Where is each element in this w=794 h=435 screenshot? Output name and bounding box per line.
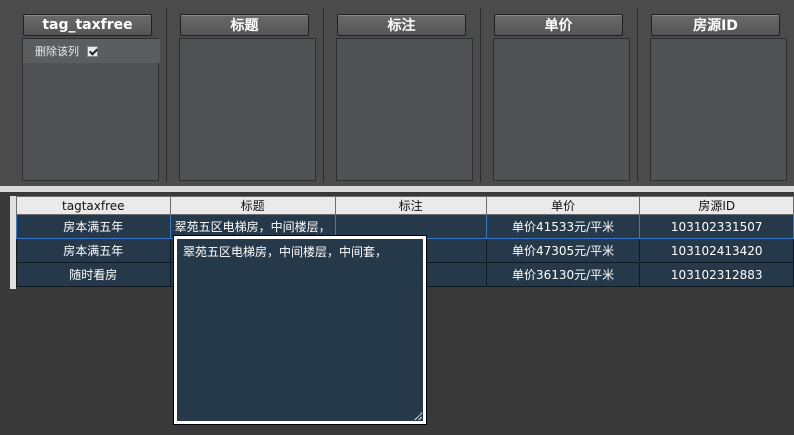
delete-column-label: 删除该列 — [35, 45, 79, 58]
column-panel-tag-taxfree: tag_taxfree 删除该列 — [14, 8, 167, 182]
column-header-button[interactable]: 标注 — [337, 14, 466, 36]
column-options-box: 删除该列 — [22, 38, 160, 181]
column-header-button[interactable]: 标题 — [180, 14, 309, 36]
grid-column-header[interactable]: 标注 — [334, 196, 487, 215]
column-options-box — [493, 38, 630, 181]
editor-text: 翠苑五区电梯房，中间楼层，中间套， — [183, 245, 388, 259]
column-panel-title: 标题 — [171, 8, 324, 182]
grid-cell[interactable]: 单价36130元/平米 — [485, 262, 641, 287]
grid-cell[interactable]: 103102331507 — [639, 214, 794, 239]
column-header-button[interactable]: tag_taxfree — [23, 14, 152, 36]
delete-column-option[interactable]: 删除该列 — [23, 39, 160, 63]
grid-cell[interactable]: 单价41533元/平米 — [485, 214, 641, 239]
column-header-button[interactable]: 单价 — [494, 14, 623, 36]
resize-grip-icon[interactable] — [414, 412, 422, 420]
grid-cell[interactable]: 随时看房 — [16, 262, 171, 287]
column-panel-house-id: 房源ID — [642, 8, 794, 182]
grid-header-row: tagtaxfree 标题 标注 单价 房源ID — [16, 196, 794, 215]
column-options-box — [336, 38, 473, 181]
grid-cell[interactable]: 103102312883 — [639, 262, 794, 287]
delete-column-checkbox[interactable] — [87, 45, 98, 57]
grid-cell[interactable]: 103102413420 — [639, 238, 794, 263]
column-config-area: tag_taxfree 删除该列 标题 标注 单价 房源ID — [0, 0, 794, 186]
grid-column-header[interactable]: 单价 — [485, 196, 641, 215]
grid-column-header[interactable]: tagtaxfree — [16, 196, 171, 215]
table-row[interactable]: 房本满五年 翠苑五区电梯房，中间楼层， 单价41533元/平米 10310233… — [16, 214, 794, 239]
column-options-box — [650, 38, 787, 181]
grid-cell[interactable] — [334, 214, 487, 239]
cell-editor-textarea[interactable]: 翠苑五区电梯房，中间楼层，中间套， — [173, 235, 427, 425]
grid-column-header[interactable]: 房源ID — [639, 196, 794, 215]
column-options-box — [179, 38, 316, 181]
column-panel-note: 标注 — [328, 8, 481, 182]
grid-column-header[interactable]: 标题 — [169, 196, 336, 215]
grid-cell[interactable]: 房本满五年 — [16, 238, 171, 263]
grid-cell[interactable]: 翠苑五区电梯房，中间楼层， — [169, 214, 336, 239]
grid-cell[interactable]: 单价47305元/平米 — [485, 238, 641, 263]
grid-cell[interactable]: 房本满五年 — [16, 214, 171, 239]
column-header-button[interactable]: 房源ID — [651, 14, 780, 36]
column-panel-price: 单价 — [485, 8, 638, 182]
